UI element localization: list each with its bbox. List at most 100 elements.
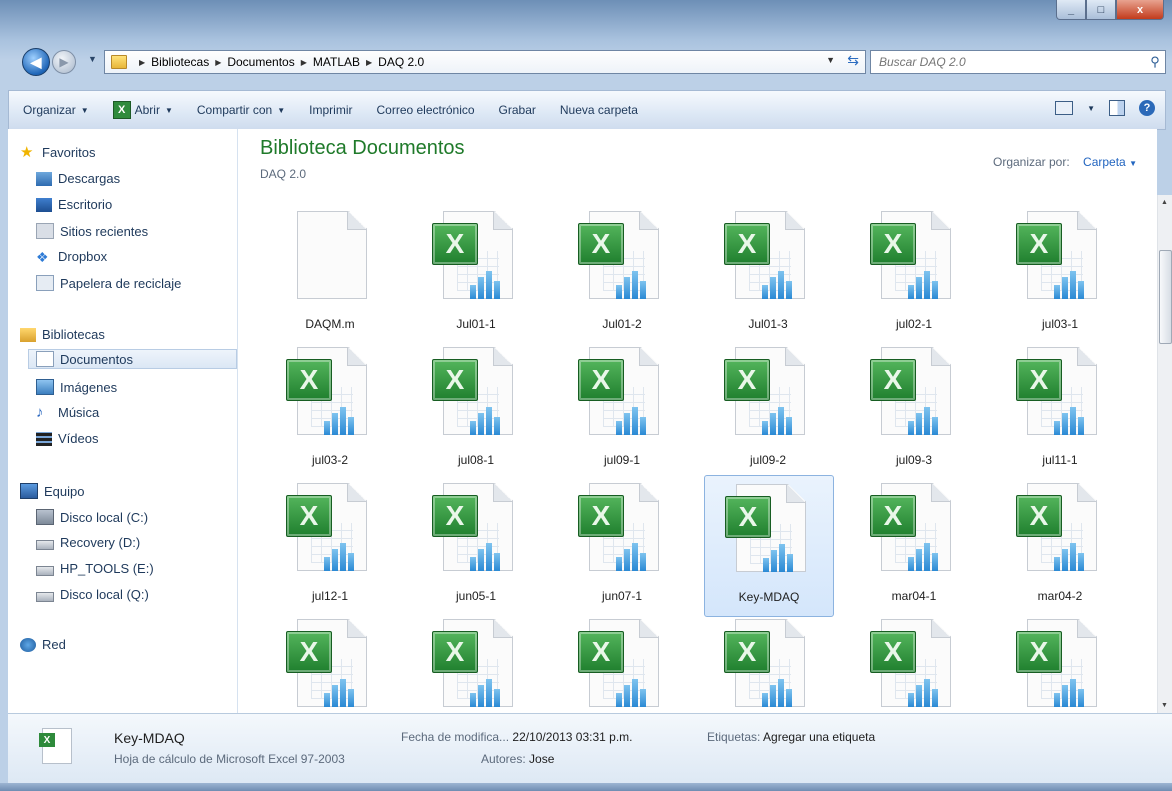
file-item[interactable]: X Jul01-1	[412, 203, 540, 343]
organize-button[interactable]: Organizar ▼	[23, 103, 89, 117]
print-button[interactable]: Imprimir	[309, 103, 352, 117]
nav-label: Papelera de reciclaje	[60, 275, 182, 291]
help-icon[interactable]: ?	[1139, 100, 1155, 116]
email-button[interactable]: Correo electrónico	[376, 103, 474, 117]
file-item[interactable]: X	[850, 611, 978, 713]
file-item[interactable]: X	[266, 611, 394, 713]
nav-documents[interactable]: Documentos	[28, 349, 237, 369]
chevron-down-icon[interactable]: ▼	[1087, 104, 1095, 113]
tags-value[interactable]: Agregar una etiqueta	[763, 730, 875, 744]
chart-bar-icon	[778, 679, 784, 707]
nav-desktop[interactable]: Escritorio	[36, 197, 112, 212]
chart-bar-icon	[778, 271, 784, 299]
file-item[interactable]: Xjun05-1	[412, 475, 540, 615]
file-item[interactable]: X	[412, 611, 540, 713]
close-button[interactable]: x	[1116, 0, 1164, 20]
change-view-icon[interactable]	[1055, 101, 1074, 115]
nav-network[interactable]: Red	[20, 637, 66, 652]
scroll-down-icon[interactable]: ▼	[1161, 702, 1168, 709]
file-item[interactable]: Xjul09-1	[558, 339, 686, 479]
chevron-right-icon[interactable]: ▶	[139, 58, 145, 67]
file-item[interactable]: X	[704, 611, 832, 713]
breadcrumb-matlab[interactable]: MATLAB	[313, 55, 360, 69]
breadcrumb-bibliotecas[interactable]: Bibliotecas	[151, 55, 209, 69]
file-item[interactable]: Xjul03-1	[996, 203, 1124, 343]
open-button[interactable]: X Abrir ▼	[112, 101, 173, 119]
chevron-right-icon[interactable]: ▶	[215, 58, 221, 67]
breadcrumb-documentos[interactable]: Documentos	[227, 55, 294, 69]
share-button[interactable]: Compartir con ▼	[197, 103, 285, 117]
nav-videos[interactable]: Vídeos	[36, 431, 98, 446]
search-input[interactable]	[877, 54, 1145, 70]
nav-recovery[interactable]: Recovery (D:)	[36, 535, 140, 550]
excel-icon: X	[112, 101, 131, 119]
file-item[interactable]: Xjul03-2	[266, 339, 394, 479]
file-item[interactable]: Xjul02-1	[850, 203, 978, 343]
file-item[interactable]: X Jul01-3	[704, 203, 832, 343]
chart-bar-icon	[924, 407, 930, 435]
file-item[interactable]: X	[558, 611, 686, 713]
search-box[interactable]: ⚲	[870, 50, 1166, 74]
authors-value[interactable]: Jose	[529, 752, 554, 766]
library-subtitle: DAQ 2.0	[260, 167, 307, 181]
nav-music[interactable]: ♪ Música	[36, 405, 100, 421]
recent-pages-dropdown[interactable]: ▼	[88, 54, 97, 64]
file-item[interactable]: DAQM.m	[266, 203, 394, 343]
nav-downloads[interactable]: Descargas	[36, 171, 120, 186]
nav-dropbox[interactable]: ❖ Dropbox	[36, 249, 107, 264]
chevron-down-icon[interactable]: ▼	[165, 106, 173, 115]
nav-favorites[interactable]: ★ Favoritos	[20, 145, 95, 161]
chart-bar-icon	[924, 543, 930, 571]
file-item[interactable]: Xjun07-1	[558, 475, 686, 615]
nav-hp-tools[interactable]: HP_TOOLS (E:)	[36, 561, 154, 576]
chart-bar-icon	[478, 549, 484, 571]
file-item[interactable]: Xjul08-1	[412, 339, 540, 479]
forward-button[interactable]: ▶	[52, 50, 76, 74]
chevron-right-icon[interactable]: ▶	[301, 58, 307, 67]
address-bar[interactable]: ▶ Bibliotecas ▶ Documentos ▶ MATLAB ▶ DA…	[104, 50, 866, 74]
chart-bar-icon	[1078, 281, 1084, 299]
chevron-right-icon[interactable]: ▶	[366, 58, 372, 67]
new-folder-button[interactable]: Nueva carpeta	[560, 103, 638, 117]
chart-bar-icon	[340, 679, 346, 707]
maximize-button[interactable]: □	[1086, 0, 1116, 20]
chart-bar-icon	[616, 285, 622, 299]
vertical-scrollbar[interactable]: ▲ ▼	[1157, 195, 1172, 713]
excel-logo-icon: X	[286, 495, 332, 537]
nav-recent[interactable]: Sitios recientes	[36, 223, 148, 239]
file-item[interactable]: Xjul09-2	[704, 339, 832, 479]
page-fold-icon	[931, 347, 950, 366]
burn-button[interactable]: Grabar	[499, 103, 536, 117]
minimize-button[interactable]: _	[1056, 0, 1086, 20]
file-item[interactable]: Xjul12-1	[266, 475, 394, 615]
nav-disk-q[interactable]: Disco local (Q:)	[36, 587, 149, 602]
nav-recycle-bin[interactable]: Papelera de reciclaje	[36, 275, 181, 291]
nav-libraries[interactable]: Bibliotecas	[20, 327, 105, 342]
file-item[interactable]: X	[996, 611, 1124, 713]
file-item[interactable]: Xmar04-2	[996, 475, 1124, 615]
nav-disk-c[interactable]: Disco local (C:)	[36, 509, 148, 525]
nav-images[interactable]: Imágenes	[36, 379, 117, 395]
file-item[interactable]: Xmar04-1	[850, 475, 978, 615]
address-dropdown-icon[interactable]: ▼	[826, 55, 835, 65]
file-item[interactable]: Xjul11-1	[996, 339, 1124, 479]
preview-pane-icon[interactable]	[1109, 100, 1125, 116]
scroll-up-icon[interactable]: ▲	[1161, 199, 1168, 206]
file-name: jun05-1	[455, 589, 497, 603]
file-item[interactable]: X Jul01-2	[558, 203, 686, 343]
page-fold-icon	[493, 347, 512, 366]
arrange-dropdown[interactable]: Carpeta ▼	[1083, 155, 1137, 169]
back-arrow-icon: ◀	[30, 53, 42, 70]
chart-bar-icon	[1070, 407, 1076, 435]
search-icon[interactable]: ⚲	[1145, 54, 1165, 70]
back-button[interactable]: ◀	[22, 48, 50, 76]
file-item[interactable]: Xjul09-3	[850, 339, 978, 479]
scroll-thumb[interactable]	[1159, 250, 1172, 344]
film-icon	[36, 431, 52, 446]
nav-computer[interactable]: Equipo	[20, 483, 84, 499]
refresh-icon[interactable]: ⇆	[847, 52, 859, 69]
nav-label: Música	[58, 405, 100, 420]
excel-logo-icon: X	[578, 223, 624, 265]
file-item[interactable]: X Key-MDAQ	[704, 475, 834, 617]
breadcrumb-daq[interactable]: DAQ 2.0	[378, 55, 424, 69]
